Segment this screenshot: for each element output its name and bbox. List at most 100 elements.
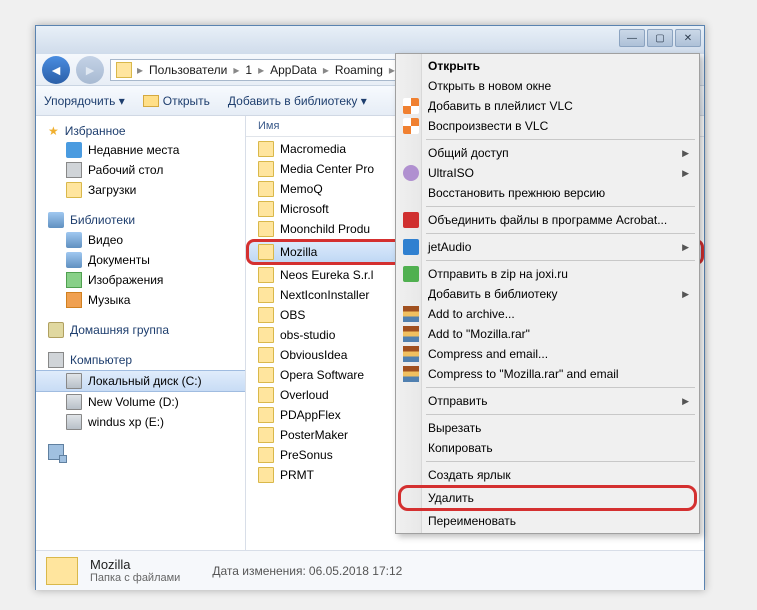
add-library-menu[interactable]: Добавить в библиотеку ▾	[228, 94, 367, 108]
ctx-compress-email[interactable]: Compress and email...	[398, 344, 697, 364]
network-icon	[48, 444, 64, 460]
crumb-item[interactable]: 1	[241, 63, 256, 77]
library-icon	[48, 212, 64, 228]
status-name: Mozilla	[90, 557, 180, 572]
chevron-right-icon: ▶	[682, 168, 689, 179]
folder-icon	[258, 181, 274, 197]
ultraiso-icon	[403, 165, 419, 181]
libraries-header[interactable]: Библиотеки	[36, 210, 245, 230]
back-button[interactable]: ◄	[42, 56, 70, 84]
sidebar-item-documents[interactable]: Документы	[36, 250, 245, 270]
ctx-open[interactable]: Открыть	[398, 56, 697, 76]
ctx-add-library[interactable]: Добавить в библиотеку▶	[398, 284, 697, 304]
chevron-right-icon: ▶	[682, 396, 689, 407]
vlc-icon	[403, 118, 419, 134]
folder-icon	[258, 141, 274, 157]
ctx-compress-rar-email[interactable]: Compress to "Mozilla.rar" and email	[398, 364, 697, 384]
crumb-item[interactable]: Roaming	[331, 63, 387, 77]
folder-icon	[258, 267, 274, 283]
folder-icon	[258, 387, 274, 403]
ctx-add-archive[interactable]: Add to archive...	[398, 304, 697, 324]
ctx-rename[interactable]: Переименовать	[398, 511, 697, 531]
sidebar-item-desktop[interactable]: Рабочий стол	[36, 160, 245, 180]
folder-name: NextIconInstaller	[280, 288, 369, 302]
ctx-copy[interactable]: Копировать	[398, 438, 697, 458]
folder-name: ObviousIdea	[280, 348, 347, 362]
status-date: Дата изменения: 06.05.2018 17:12	[212, 564, 402, 578]
folder-name: Opera Software	[280, 368, 364, 382]
maximize-button[interactable]: ▢	[647, 29, 673, 47]
folder-icon	[258, 201, 274, 217]
folder-icon	[258, 447, 274, 463]
open-button[interactable]: Открыть	[143, 94, 210, 108]
ctx-create-shortcut[interactable]: Создать ярлык	[398, 465, 697, 485]
status-bar: Mozilla Папка с файлами Дата изменения: …	[36, 550, 704, 590]
winrar-icon	[403, 366, 419, 382]
downloads-icon	[66, 182, 82, 198]
folder-icon	[258, 244, 274, 260]
folder-icon	[258, 221, 274, 237]
ctx-open-new-window[interactable]: Открыть в новом окне	[398, 76, 697, 96]
titlebar: — ▢ ✕	[36, 26, 704, 54]
sidebar-item-recent[interactable]: Недавние места	[36, 140, 245, 160]
folder-name: Mozilla	[280, 245, 317, 259]
crumb-item[interactable]: Пользователи	[145, 63, 231, 77]
folder-name: MemoQ	[280, 182, 323, 196]
folder-name: PreSonus	[280, 448, 333, 462]
ctx-add-rar[interactable]: Add to "Mozilla.rar"	[398, 324, 697, 344]
vlc-icon	[403, 98, 419, 114]
chevron-right-icon: ▶	[682, 289, 689, 300]
ctx-jetaudio[interactable]: jetAudio▶	[398, 237, 697, 257]
ctx-add-vlc-playlist[interactable]: Добавить в плейлист VLC	[398, 96, 697, 116]
folder-icon	[46, 557, 78, 585]
acrobat-icon	[403, 212, 419, 228]
chevron-right-icon: ▶	[682, 242, 689, 253]
sidebar-item-drive-e[interactable]: windus xp (E:)	[36, 412, 245, 432]
ctx-joxi-zip[interactable]: Отправить в zip на joxi.ru	[398, 264, 697, 284]
sidebar-item-images[interactable]: Изображения	[36, 270, 245, 290]
sidebar: Избранное Недавние места Рабочий стол За…	[36, 116, 246, 550]
sidebar-item-drive-d[interactable]: New Volume (D:)	[36, 392, 245, 412]
folder-name: Moonchild Produ	[280, 222, 370, 236]
music-icon	[66, 292, 82, 308]
ctx-ultraiso[interactable]: UltraISO▶	[398, 163, 697, 183]
folder-name: Media Center Pro	[280, 162, 374, 176]
folder-name: PDAppFlex	[280, 408, 341, 422]
crumb-item[interactable]: AppData	[266, 63, 321, 77]
folder-icon	[258, 287, 274, 303]
chevron-right-icon: ▶	[682, 148, 689, 159]
winrar-icon	[403, 346, 419, 362]
drive-icon	[66, 414, 82, 430]
sidebar-item-music[interactable]: Музыка	[36, 290, 245, 310]
organize-menu[interactable]: Упорядочить ▾	[44, 94, 125, 108]
documents-icon	[66, 252, 82, 268]
ctx-cut[interactable]: Вырезать	[398, 418, 697, 438]
ctx-share[interactable]: Общий доступ▶	[398, 143, 697, 163]
minimize-button[interactable]: —	[619, 29, 645, 47]
ctx-acrobat-combine[interactable]: Объединить файлы в программе Acrobat...	[398, 210, 697, 230]
homegroup-header[interactable]: Домашняя группа	[36, 320, 245, 340]
ctx-send-to[interactable]: Отправить▶	[398, 391, 697, 411]
close-button[interactable]: ✕	[675, 29, 701, 47]
sidebar-item-video[interactable]: Видео	[36, 230, 245, 250]
computer-header[interactable]: Компьютер	[36, 350, 245, 370]
ctx-restore-version[interactable]: Восстановить прежнюю версию	[398, 183, 697, 203]
folder-icon	[258, 327, 274, 343]
sidebar-item-downloads[interactable]: Загрузки	[36, 180, 245, 200]
desktop-icon	[66, 162, 82, 178]
images-icon	[66, 272, 82, 288]
network-header[interactable]	[36, 442, 245, 462]
favorites-header[interactable]: Избранное	[36, 122, 245, 140]
sidebar-item-drive-c[interactable]: Локальный диск (C:)	[36, 370, 245, 392]
folder-icon	[258, 467, 274, 483]
winrar-icon	[403, 326, 419, 342]
folder-name: PosterMaker	[280, 428, 348, 442]
folder-name: obs-studio	[280, 328, 335, 342]
joxi-icon	[403, 266, 419, 282]
ctx-delete[interactable]: Удалить	[398, 485, 697, 511]
ctx-play-vlc[interactable]: Воспроизвести в VLC	[398, 116, 697, 136]
forward-button[interactable]: ►	[76, 56, 104, 84]
folder-name: OBS	[280, 308, 305, 322]
status-type: Папка с файлами	[90, 572, 180, 584]
recent-icon	[66, 142, 82, 158]
